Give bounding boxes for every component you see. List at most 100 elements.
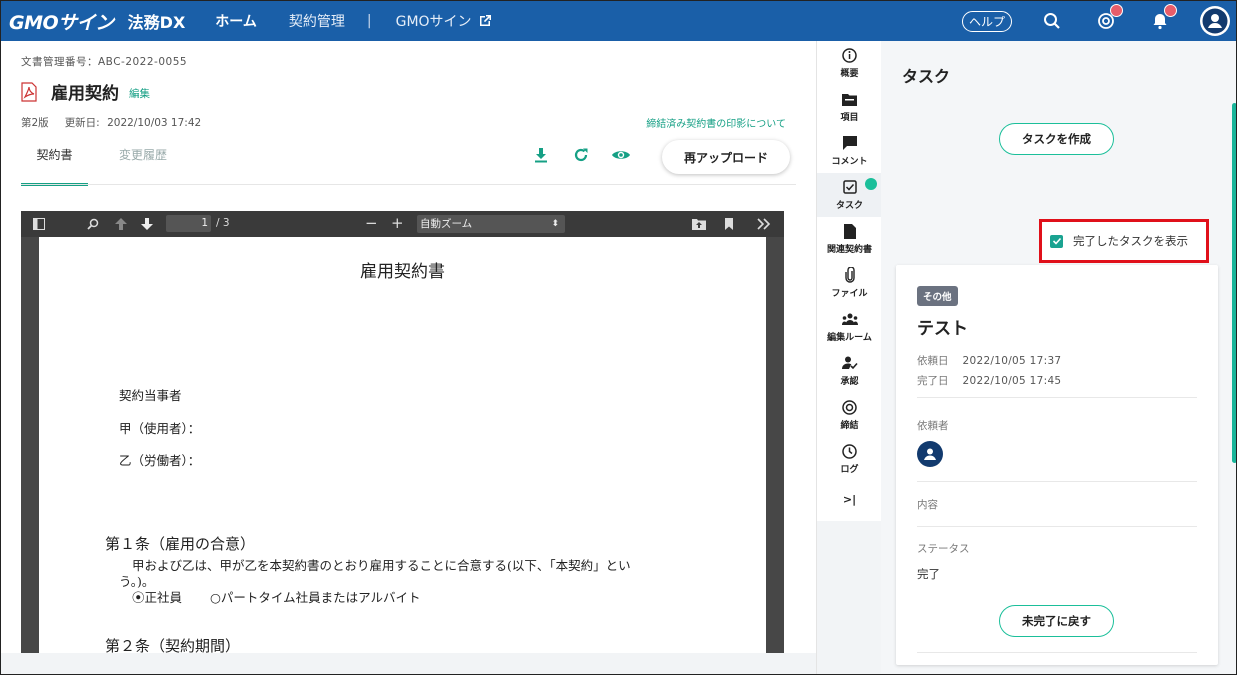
pdf-viewer: 1 / 3 − + 自動ズーム ⬍ 雇用契約書 契約当事者 甲（使用者）： 乙（… [21, 211, 784, 674]
reupload-button[interactable]: 再アップロード [662, 140, 790, 174]
rail-approval[interactable]: 承認 [817, 349, 882, 393]
tools-menu-icon[interactable] [756, 216, 772, 232]
seal-info-link[interactable]: 締結済み契約書の印影について [646, 115, 786, 130]
folder-icon [842, 91, 858, 107]
bookmark-icon[interactable] [721, 216, 737, 232]
card-divider [917, 652, 1197, 653]
download-icon[interactable] [531, 145, 551, 165]
page-number-input[interactable]: 1 [166, 215, 211, 232]
rail-comments-label: コメント [831, 157, 868, 167]
pdf-toolbar: 1 / 3 − + 自動ズーム ⬍ [21, 211, 784, 237]
updated-date: 2022/10/03 17:42 [107, 117, 202, 129]
document-tabs: 契約書 変更履歴 [21, 146, 198, 186]
edit-title-link[interactable]: 編集 [129, 86, 150, 101]
task-title: テスト [917, 319, 968, 339]
show-completed-label: 完了したタスクを表示 [1073, 234, 1188, 248]
document-tools [531, 145, 651, 165]
status-value: 完了 [917, 567, 940, 581]
document-number-label: 文書管理番号： [21, 56, 98, 68]
tab-contract[interactable]: 契約書 [21, 146, 88, 186]
external-link-icon [478, 14, 492, 28]
updated-label: 更新日: [64, 117, 100, 129]
zoom-out-button[interactable]: − [365, 214, 378, 232]
refresh-icon[interactable] [571, 145, 591, 165]
next-page-icon[interactable] [139, 216, 155, 232]
task-panel-title: タスク [902, 67, 951, 86]
rail-overview-label: 概要 [840, 69, 859, 79]
rail-files[interactable]: ファイル [817, 261, 882, 305]
preview-eye-icon[interactable] [611, 145, 631, 165]
document-title-row: 雇用契約 編集 [21, 79, 150, 104]
document-pane: 文書管理番号：ABC-2022-0055 雇用契約 編集 第2版 更新日: 202… [1, 41, 816, 674]
create-task-button[interactable]: タスクを作成 [999, 123, 1114, 155]
rail-edit-room[interactable]: 編集ルーム [817, 305, 882, 349]
task-check-icon [842, 179, 858, 195]
rail-execution[interactable]: 締結 [817, 393, 882, 437]
mention-icon[interactable] [1092, 4, 1123, 35]
requested-date-value: 2022/10/05 17:37 [962, 355, 1062, 367]
sidebar-toggle-icon[interactable] [31, 216, 47, 232]
previous-page-icon[interactable] [113, 216, 129, 232]
rail-comments[interactable]: コメント [817, 129, 882, 173]
mention-badge [1110, 4, 1123, 17]
rail-overview[interactable]: 概要 [817, 41, 882, 85]
option-regular-employee: ⦿正社員 [132, 590, 183, 605]
card-divider [917, 481, 1197, 482]
pdf-page: 雇用契約書 契約当事者 甲（使用者）： 乙（労働者）： 第１条（雇用の合意） 甲… [39, 237, 766, 674]
nav-home[interactable]: ホーム [215, 11, 257, 31]
completed-date-label: 完了日 [917, 375, 949, 387]
article-1-text-line1: 甲および乙は、甲が乙を本契約書のとおり雇用することに合意する(以下、「本契約」と… [132, 558, 631, 573]
help-button[interactable]: ヘルプ [961, 10, 1012, 32]
rail-tasks[interactable]: タスク [817, 173, 882, 217]
revert-to-incomplete-button[interactable]: 未完了に戻す [999, 605, 1114, 637]
info-icon [842, 47, 858, 63]
find-icon[interactable] [85, 216, 101, 232]
group-icon [841, 311, 858, 327]
document-title: 雇用契約 [51, 84, 119, 104]
document-version: 第2版 [21, 117, 49, 129]
target-icon [842, 399, 858, 415]
document-icon [842, 223, 858, 239]
nav-gmo-sign[interactable]: GMOサイン [396, 11, 492, 31]
document-meta: 第2版 更新日: 2022/10/03 17:42 [21, 115, 201, 130]
task-panel-scroll-thumb[interactable] [1232, 103, 1236, 463]
tab-divider [21, 184, 796, 185]
collapse-panel-button[interactable]: >| [817, 477, 882, 521]
requested-date-label: 依頼日 [917, 355, 949, 367]
task-card: その他 テスト 依頼日 2022/10/05 17:37 完了日 2022/10/0… [896, 265, 1218, 665]
user-avatar-icon[interactable] [1200, 6, 1230, 36]
search-icon[interactable] [1038, 7, 1066, 35]
top-navigation-bar: GMOサイン 法務DX ホーム 契約管理 | GMOサイン ヘルプ [1, 1, 1236, 41]
detail-icon-rail: 概要 項目 コメント タスク 関連契約書 ファイル 編集ルーム 承認 締結 ログ… [816, 41, 882, 521]
open-file-icon[interactable] [691, 216, 707, 232]
rail-fields[interactable]: 項目 [817, 85, 882, 129]
zoom-select-value: 自動ズーム [420, 218, 473, 230]
rail-approval-label: 承認 [840, 377, 859, 387]
completed-date-value: 2022/10/05 17:45 [962, 375, 1062, 387]
rail-related-contracts[interactable]: 関連契約書 [817, 217, 882, 261]
zoom-select[interactable]: 自動ズーム ⬍ [417, 215, 565, 233]
option-part-time: ○パートタイム社員またはアルバイト [210, 590, 421, 605]
rail-fields-label: 項目 [840, 113, 859, 123]
paperclip-icon [842, 267, 858, 283]
document-number: 文書管理番号：ABC-2022-0055 [21, 54, 187, 69]
top-right-actions: ヘルプ [961, 1, 1230, 41]
nav-contracts[interactable]: 契約管理 [289, 11, 345, 31]
parties-heading: 契約当事者 [119, 388, 182, 403]
party-employee: 乙（労働者）： [119, 453, 201, 468]
rail-tasks-label: タスク [835, 201, 863, 211]
show-completed-checkbox[interactable] [1050, 234, 1063, 248]
rail-log[interactable]: ログ [817, 437, 882, 481]
bell-icon[interactable] [1146, 4, 1177, 35]
completed-date-row: 完了日 2022/10/05 17:45 [917, 373, 1061, 388]
zoom-in-button[interactable]: + [391, 214, 404, 232]
gmo-sign-logo[interactable]: GMOサイン [9, 8, 114, 35]
pdf-file-icon [21, 81, 37, 102]
article-1-heading: 第１条（雇用の合意） [105, 535, 256, 553]
requester-avatar [917, 441, 943, 467]
content-label: 内容 [917, 499, 938, 511]
show-completed-toggle[interactable]: 完了したタスクを表示 [1039, 219, 1209, 263]
tab-history[interactable]: 変更履歴 [88, 146, 198, 186]
app-window: GMOサイン 法務DX ホーム 契約管理 | GMOサイン ヘルプ 文書管理番号… [0, 0, 1237, 675]
rail-files-label: ファイル [831, 289, 868, 299]
